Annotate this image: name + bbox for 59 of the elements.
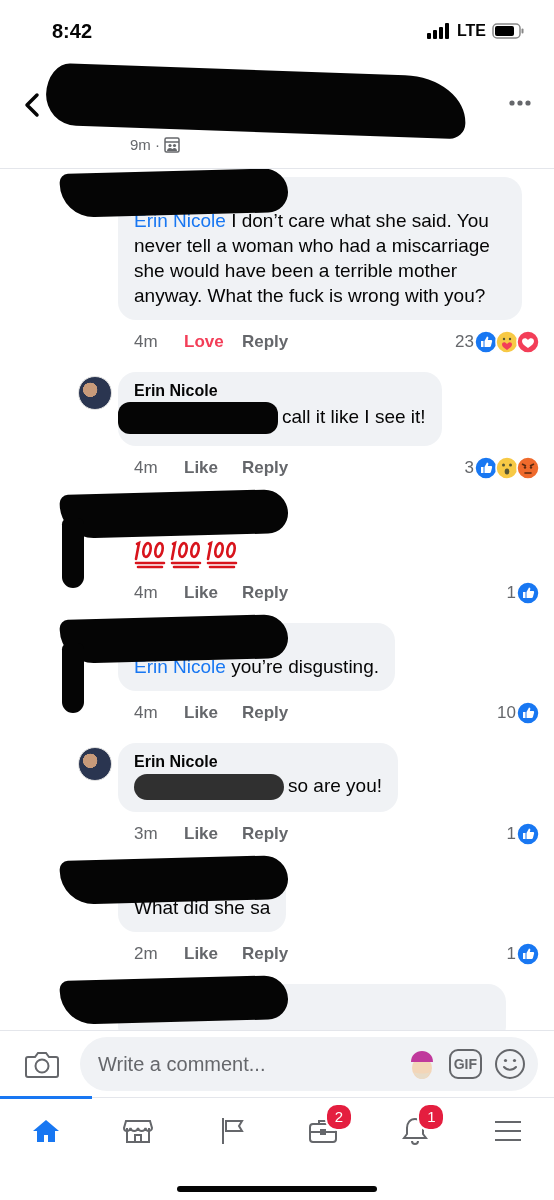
nav-tab[interactable]: 1 xyxy=(369,1096,462,1162)
reaction-count[interactable]: 1 xyxy=(506,944,516,964)
like-reaction-icon xyxy=(516,942,540,966)
like-reaction-icon xyxy=(516,701,540,725)
reaction-count[interactable]: 23 xyxy=(455,332,474,352)
gif-button[interactable]: GIF xyxy=(448,1049,482,1079)
reply-link[interactable]: Reply xyxy=(242,703,289,723)
author-name[interactable]: Erin Nicole xyxy=(134,753,382,771)
avatar[interactable] xyxy=(78,747,112,781)
reply-link[interactable]: Reply xyxy=(242,824,289,844)
comment-time: 4m xyxy=(134,458,159,478)
comment-time: 4m xyxy=(134,332,159,352)
signal-icon xyxy=(426,23,451,39)
reaction-link[interactable]: Like xyxy=(184,824,242,844)
hundred-points-icon xyxy=(134,540,166,569)
angry-reaction-icon xyxy=(516,456,540,480)
hundred-points-icon xyxy=(170,540,202,569)
reaction-link[interactable]: Like xyxy=(184,458,242,478)
status-time: 8:42 xyxy=(52,19,93,43)
post-time: 9m · xyxy=(130,136,160,153)
notification-badge: 1 xyxy=(417,1103,446,1131)
battery-icon xyxy=(492,23,524,39)
back-icon[interactable] xyxy=(22,92,42,118)
like-reaction-icon xyxy=(474,456,498,480)
reaction-count[interactable]: 3 xyxy=(464,458,474,478)
reply-link[interactable]: Reply xyxy=(242,332,289,352)
reaction-count[interactable]: 1 xyxy=(506,583,516,603)
smiley-icon[interactable] xyxy=(494,1048,526,1080)
avatar[interactable] xyxy=(78,376,112,410)
comment-time: 4m xyxy=(134,703,159,723)
comment-text: call it like I see it! xyxy=(134,402,426,434)
reply-link[interactable]: Reply xyxy=(242,944,289,964)
like-reaction-icon xyxy=(516,581,540,605)
notification-badge: 2 xyxy=(325,1103,353,1131)
author-name[interactable]: Erin Nicole xyxy=(134,382,426,400)
more-icon[interactable] xyxy=(508,99,532,107)
love-reaction-icon xyxy=(516,330,540,354)
comment-time: 4m xyxy=(134,583,159,603)
reaction-link[interactable]: Like xyxy=(184,703,242,723)
reaction-link[interactable]: Like xyxy=(184,944,242,964)
hundred-points-icon xyxy=(206,540,238,569)
comment-text: so are you! xyxy=(134,773,382,800)
reaction-count[interactable]: 10 xyxy=(497,703,516,723)
reaction-count[interactable]: 1 xyxy=(506,824,516,844)
reaction-link[interactable]: Love xyxy=(184,332,242,352)
like-reaction-icon xyxy=(516,822,540,846)
reply-link[interactable]: Reply xyxy=(242,458,289,478)
reply-link[interactable]: Reply xyxy=(242,583,289,603)
wow-reaction-icon xyxy=(495,456,519,480)
comment-field[interactable]: Write a comment... GIF xyxy=(80,1037,538,1091)
comment-text: What did she sa xyxy=(134,896,271,920)
like-reaction-icon xyxy=(474,330,498,354)
comment-time: 2m xyxy=(134,944,159,964)
reaction-link[interactable]: Like xyxy=(184,583,242,603)
comment-time: 3m xyxy=(134,824,159,844)
group-icon xyxy=(164,136,180,153)
network-label: LTE xyxy=(456,22,486,40)
care-reaction-icon xyxy=(495,330,519,354)
nav-tab[interactable]: 2 xyxy=(277,1096,370,1162)
